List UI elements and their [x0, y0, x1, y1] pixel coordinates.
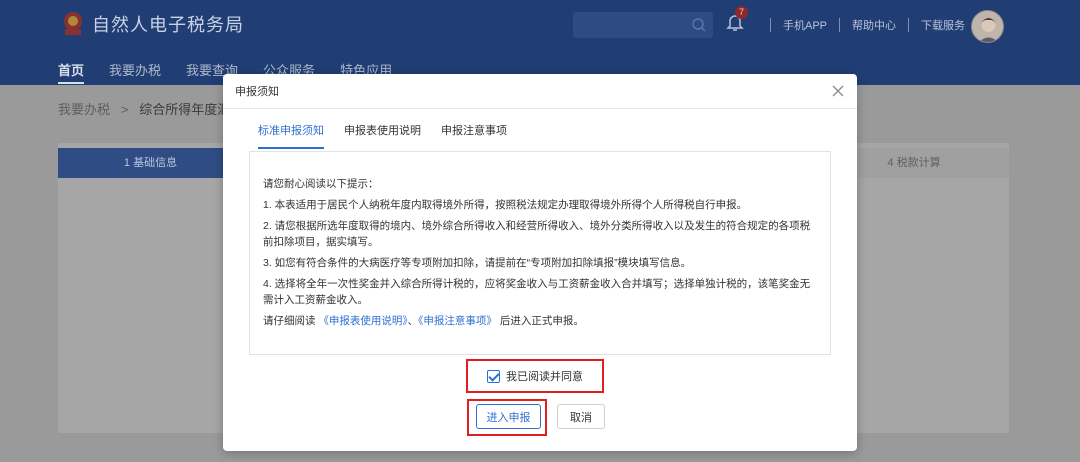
divider [908, 18, 910, 32]
breadcrumb-separator: > [120, 102, 129, 117]
divider [839, 18, 841, 32]
link-filing-precautions[interactable]: 《申报注意事项》 [418, 315, 497, 327]
cancel-button[interactable]: 取消 [557, 404, 605, 429]
notice-item: 4. 选择将全年一次性奖金并入综合所得计税的，应将奖金收入与工资薪金收入合并填写… [263, 278, 811, 306]
dialog-title: 申报须知 [235, 86, 279, 98]
breadcrumb-current: 综合所得年度汇 [139, 102, 231, 117]
agree-checkbox[interactable] [487, 369, 500, 383]
footer-prefix: 请仔细阅读 [263, 315, 316, 327]
user-avatar-icon [979, 18, 998, 42]
breadcrumb-root[interactable]: 我要办税 [58, 102, 110, 117]
nav-file-tax[interactable]: 我要办税 [109, 60, 161, 84]
step-basic-info: 1 基础信息 [58, 148, 243, 178]
filing-notice-dialog: 申报须知 标准申报须知 申报表使用说明 申报注意事项 请您耐心阅读以下提示： 1… [223, 74, 857, 451]
notice-item: 2. 请您根据所选年度取得的境内、境外综合所得收入和经营所得收入、境外分类所得收… [263, 220, 811, 248]
site-title: 自然人电子税务局 [92, 15, 244, 35]
tab-form-instructions[interactable]: 申报表使用说明 [344, 122, 421, 149]
tax-emblem-icon [64, 12, 82, 35]
footer-separator: 、 [407, 315, 419, 327]
close-icon[interactable] [831, 84, 845, 98]
notice-intro: 请您耐心阅读以下提示： [263, 178, 379, 190]
top-links: 手机APP 帮助中心 下载服务 [758, 17, 965, 33]
notice-content: 请您耐心阅读以下提示： 1. 本表适用于居民个人纳税年度内取得境外所得，按照税法… [249, 151, 831, 355]
agree-checkbox-highlight[interactable]: 我已阅读并同意 [466, 359, 604, 393]
breadcrumb: 我要办税 > 综合所得年度汇 [58, 99, 230, 118]
notice-footer: 请仔细阅读 《申报表使用说明》、《申报注意事项》 后进入正式申报。 [263, 313, 818, 329]
site-logo[interactable]: 自然人电子税务局 [60, 10, 244, 38]
divider [770, 18, 771, 32]
dialog-header: 申报须知 [223, 74, 857, 109]
dialog-tabs: 标准申报须知 申报表使用说明 申报注意事项 [258, 122, 527, 149]
search-input[interactable] [573, 12, 713, 38]
search-icon[interactable] [691, 17, 707, 33]
tab-filing-precautions[interactable]: 申报注意事项 [441, 122, 507, 149]
top-header: 自然人电子税务局 7 手机APP 帮助中心 下载服务 首页 我要办税 我要查询 … [0, 0, 1080, 85]
link-form-instructions[interactable]: 《申报表使用说明》 [318, 315, 407, 327]
tab-standard-notice[interactable]: 标准申报须知 [258, 122, 324, 149]
notice-item: 1. 本表适用于居民个人纳税年度内取得境外所得，按照税法规定办理取得境外所得个人… [263, 199, 748, 211]
link-help-center[interactable]: 帮助中心 [852, 17, 896, 33]
notification-badge: 7 [735, 6, 748, 19]
enter-filing-button[interactable]: 进入申报 [476, 404, 541, 429]
nav-home[interactable]: 首页 [58, 60, 85, 84]
avatar[interactable] [971, 10, 1004, 43]
agree-label: 我已阅读并同意 [506, 371, 583, 383]
footer-suffix: 后进入正式申报。 [499, 315, 584, 327]
link-download-service[interactable]: 下载服务 [921, 17, 965, 33]
notice-item: 3. 如您有符合条件的大病医疗等专项附加扣除，请提前在“专项附加扣除填报”模块填… [263, 257, 692, 269]
link-mobile-app[interactable]: 手机APP [783, 17, 827, 33]
